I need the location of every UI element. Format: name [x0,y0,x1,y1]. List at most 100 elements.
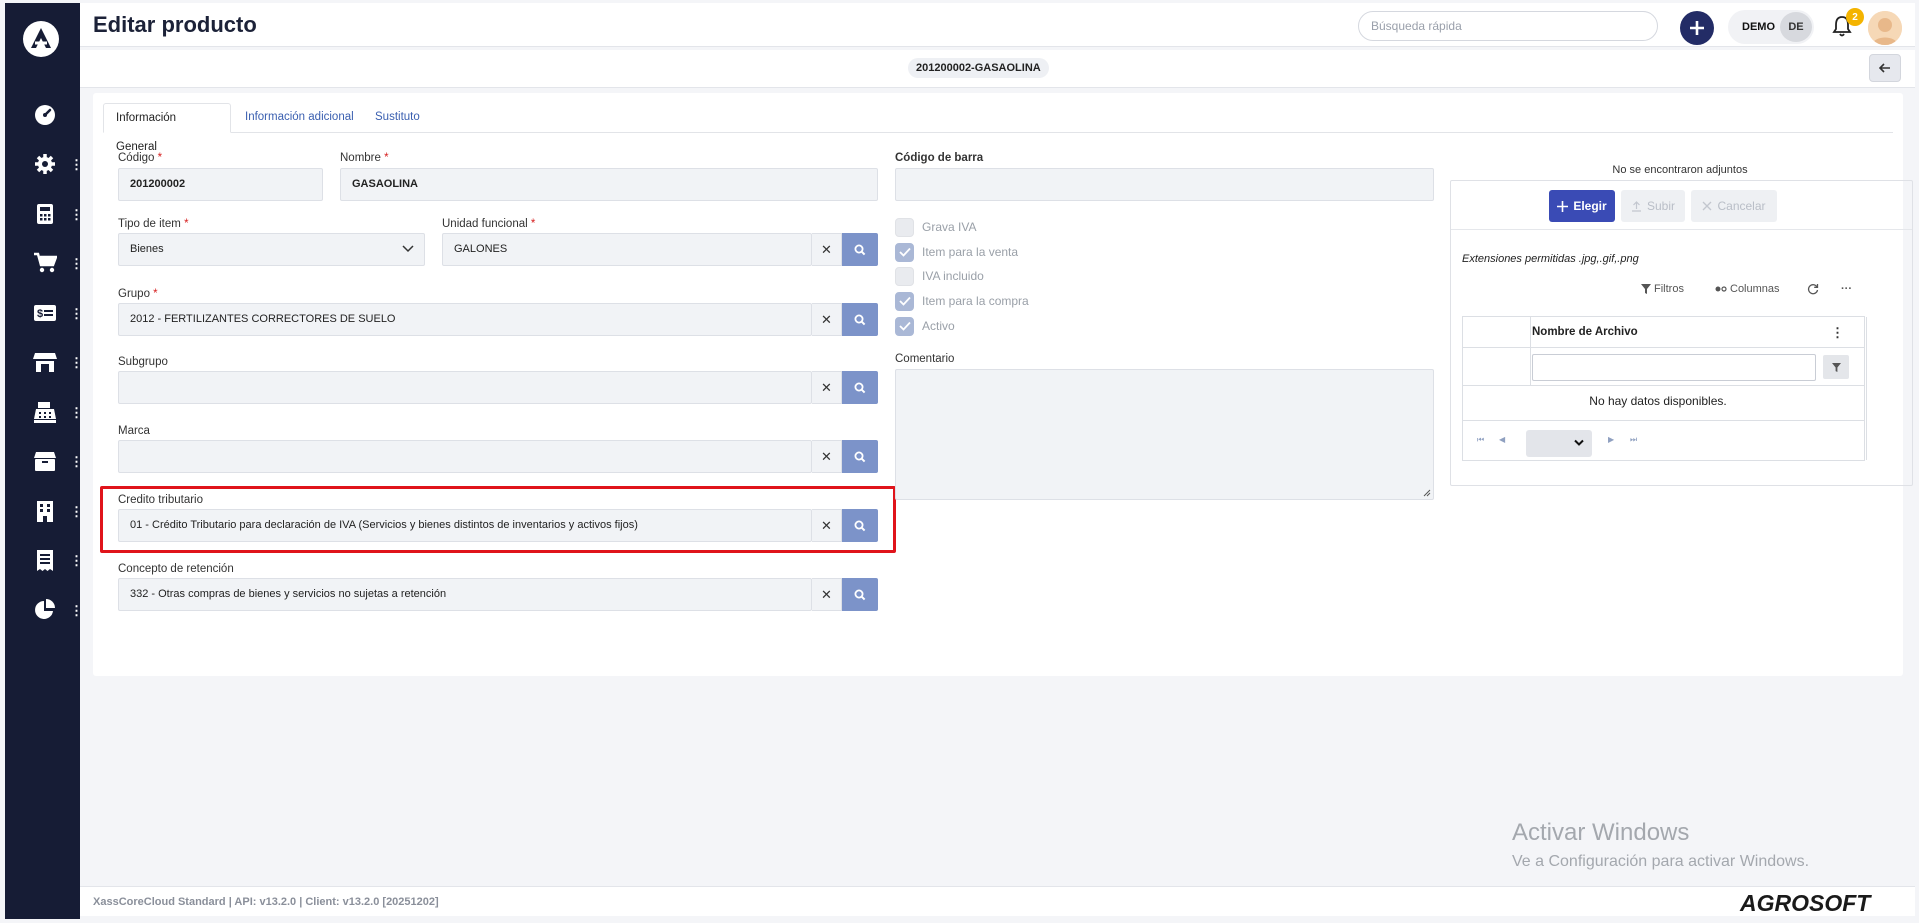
more-icon[interactable]: ⋮ [70,455,83,468]
more-icon[interactable]: ⋮ [70,505,83,518]
sidebar-item-settings[interactable]: ⋮ [5,146,83,182]
close-icon [1703,201,1712,211]
nombre-label: Nombre * [340,152,389,164]
search-unidad-button[interactable] [842,233,878,266]
attachments-title: No se encontraron adjuntos [1612,164,1748,176]
column-menu-icon[interactable]: ⋮ [1831,325,1844,341]
quick-search-input[interactable] [1358,11,1658,41]
sidebar-item-store[interactable]: ⋮ [5,344,83,380]
user-menu[interactable]: DEMO DE [1728,10,1814,44]
more-icon[interactable]: ⋮ [70,406,83,419]
prev-page-icon[interactable]: ◀ [1499,435,1505,444]
clear-concepto-button[interactable]: ✕ [812,578,842,611]
upload-button[interactable]: Subir [1621,190,1685,222]
grid-scrollbar[interactable] [1866,317,1875,460]
marca-field[interactable] [118,440,812,473]
checkbox-item-compra[interactable]: Item para la compra [895,291,1029,311]
filename-filter-input[interactable] [1532,354,1816,381]
sidebar-item-sales[interactable]: ⋮ [5,245,83,281]
subgrupo-field[interactable] [118,371,812,404]
nombre-field[interactable]: GASAOLINA [340,168,878,201]
choose-file-button[interactable]: Elegir [1549,190,1615,222]
cancel-upload-button[interactable]: Cancelar [1691,190,1777,222]
clear-marca-button[interactable]: ✕ [812,440,842,473]
refresh-icon[interactable] [1807,277,1819,301]
search-grupo-button[interactable] [842,303,878,336]
box-icon [33,449,57,473]
more-icon[interactable]: ⋮ [70,604,83,617]
sidebar-item-dashboard[interactable] [5,97,80,133]
tipo-item-select[interactable]: Bienes [118,233,425,266]
search-concepto-button[interactable] [842,578,878,611]
clear-unidad-button[interactable]: ✕ [812,233,842,266]
search-icon [854,382,866,393]
last-page-icon[interactable]: ⏭ [1630,435,1637,445]
tab-informacion-general[interactable]: Información General [103,103,231,153]
checkbox-item-venta[interactable]: Item para la venta [895,242,1018,262]
footer: XassCoreCloud Standard | API: v13.2.0 | … [80,886,1915,916]
more-icon[interactable]: ⋮ [70,257,83,270]
avatar[interactable] [1868,11,1902,45]
more-icon[interactable]: ⋮ [70,554,83,567]
concepto-retencion-label: Concepto de retención [118,563,234,575]
sidebar-item-inventory[interactable]: ⋮ [5,443,83,479]
add-button[interactable] [1680,11,1714,45]
more-icon[interactable]: ⋮ [70,158,83,171]
comentario-textarea[interactable] [895,369,1434,500]
checkbox-label: Activo [922,319,955,333]
pie-chart-icon [33,598,57,622]
attachments-grid: Nombre de Archivo ⋮ No hay datos disponi… [1462,316,1867,461]
checkbox-iva-incluido[interactable]: IVA incluido [895,266,984,286]
checkbox-label: Item para la venta [922,245,1019,259]
dashboard-icon [33,103,57,127]
clear-grupo-button[interactable]: ✕ [812,303,842,336]
codigo-field[interactable]: 201200002 [118,168,323,201]
search-icon [854,451,866,462]
tab-sustituto[interactable]: Sustituto [363,103,432,133]
unidad-funcional-field[interactable]: GALONES [442,233,812,266]
grid-header: Nombre de Archivo ⋮ [1463,317,1864,348]
next-page-icon[interactable]: ▶ [1608,435,1614,444]
columns-label: Columnas [1730,283,1780,295]
filters-button[interactable]: Filtros [1641,277,1684,301]
first-page-icon[interactable]: ⏮ [1477,435,1484,445]
sidebar-item-pos[interactable]: ⋮ [5,394,83,430]
column-header-filename[interactable]: Nombre de Archivo [1532,326,1638,338]
checkbox-box[interactable] [895,217,914,237]
store-icon [33,350,57,374]
check-icon[interactable] [895,242,914,262]
tipo-item-label: Tipo de item * [118,218,189,230]
page-title: Editar producto [93,12,257,37]
checkbox-activo[interactable]: Activo [895,316,955,336]
search-subgrupo-button[interactable] [842,371,878,404]
columns-button[interactable]: Columnas [1715,277,1780,301]
checkbox-grava-iva[interactable]: Grava IVA [895,217,976,237]
checkbox-box[interactable] [895,266,914,286]
tab-informacion-adicional[interactable]: Información adicional [233,103,366,133]
sidebar-item-receipts[interactable]: ⋮ [5,542,83,578]
top-header: Editar producto DEMO DE 2 [80,3,1915,47]
sidebar-item-billing[interactable]: $ ⋮ [5,295,83,331]
search-marca-button[interactable] [842,440,878,473]
app-logo-icon[interactable] [23,21,59,57]
filter-icon[interactable] [1823,355,1849,379]
more-icon[interactable]: ⋮ [70,208,83,221]
sidebar-item-reports[interactable]: ⋮ [5,592,83,628]
sidebar-item-calculator[interactable]: ⋮ [5,196,83,232]
sidebar-item-company[interactable]: ⋮ [5,493,83,529]
back-button[interactable] [1869,54,1901,82]
user-name: DEMO [1742,21,1775,33]
more-icon[interactable]: ⋮ [70,307,83,320]
clear-subgrupo-button[interactable]: ✕ [812,371,842,404]
grupo-field[interactable]: 2012 - FERTILIZANTES CORRECTORES DE SUEL… [118,303,812,336]
search-icon [854,244,866,255]
record-badge: 201200002-GASAOLINA [908,58,1049,78]
check-icon[interactable] [895,316,914,336]
page-size-select[interactable] [1526,430,1592,457]
more-options-icon[interactable]: ··· [1841,277,1852,301]
codigo-barra-field[interactable] [895,168,1434,201]
more-icon[interactable]: ⋮ [70,356,83,369]
concepto-retencion-field[interactable]: 332 - Otras compras de bienes y servicio… [118,578,812,611]
version-info: XassCoreCloud Standard | API: v13.2.0 | … [93,896,439,908]
check-icon[interactable] [895,291,914,311]
